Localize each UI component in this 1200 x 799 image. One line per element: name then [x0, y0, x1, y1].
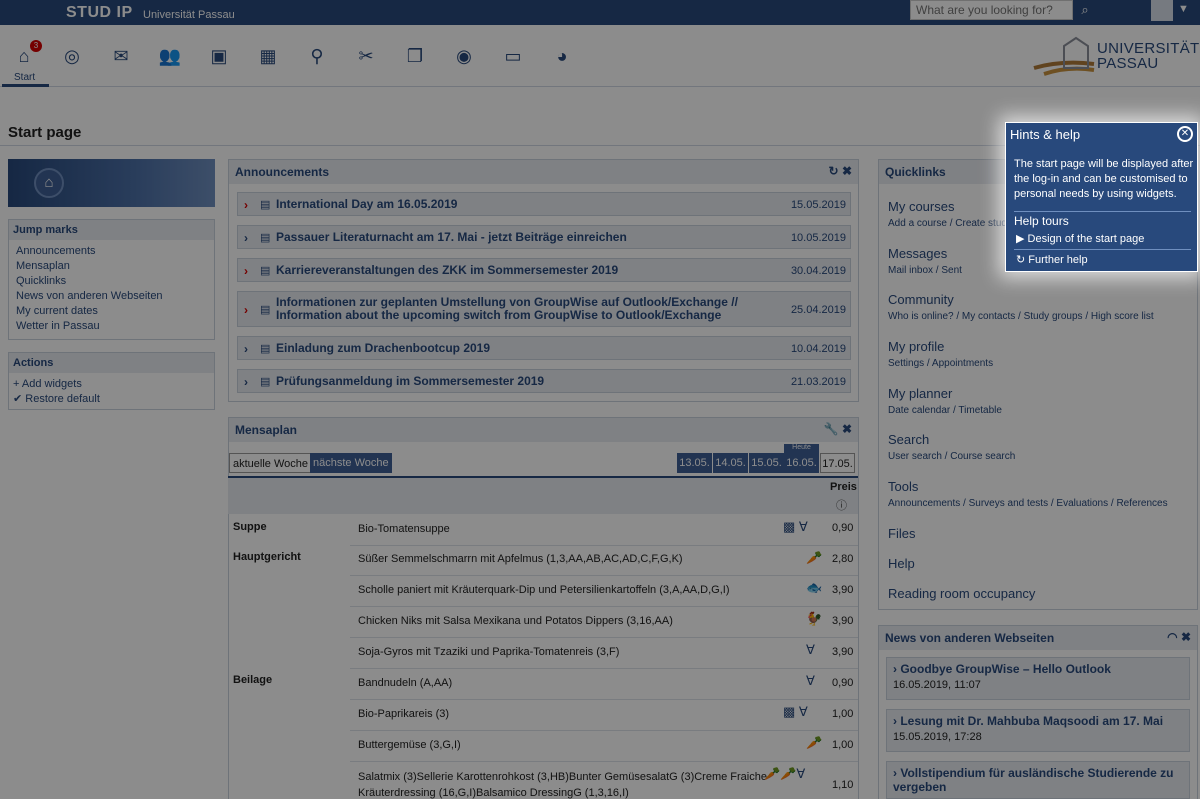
- external-help-icon: ↻: [1016, 254, 1029, 266]
- help-tours-heading: Help tours: [1014, 214, 1069, 228]
- tour-link[interactable]: ▶ Design of the start page: [1016, 232, 1144, 245]
- further-help-link[interactable]: ↻ Further help: [1016, 253, 1088, 266]
- close-icon[interactable]: ✕: [1177, 126, 1193, 142]
- modal-overlay[interactable]: [0, 0, 1200, 799]
- play-icon: ▶: [1016, 233, 1028, 245]
- help-title: Hints & help: [1010, 127, 1081, 142]
- divider: [1014, 249, 1191, 250]
- help-text: The start page will be displayed after t…: [1014, 158, 1194, 200]
- hints-help-popover: Hints & help ✕ The start page will be di…: [1005, 122, 1198, 272]
- divider: [1014, 211, 1191, 212]
